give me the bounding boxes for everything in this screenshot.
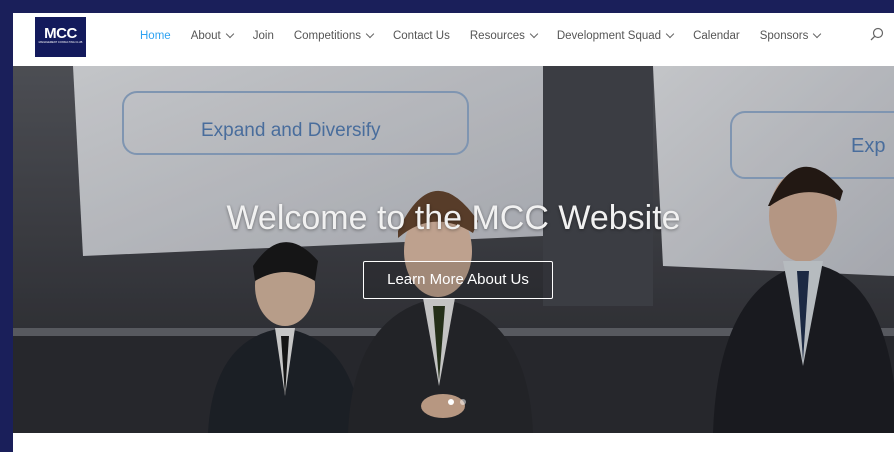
nav-item-development-squad[interactable]: Development Squad: [556, 29, 675, 42]
nav-label: Competitions: [293, 29, 361, 42]
nav-item-resources[interactable]: Resources: [469, 29, 539, 42]
nav-item-join[interactable]: Join: [253, 30, 274, 42]
hero-slider: Expand and Diversify Exp: [13, 66, 894, 433]
site-header: MCC MANAGEMENT CONSULTING CLUB Home Abou…: [13, 13, 894, 66]
logo-text: MCC: [44, 25, 77, 42]
slide-dot-active[interactable]: [448, 399, 454, 405]
main-nav: Home About Join Competitions Contact Us …: [140, 13, 840, 58]
chevron-down-icon: [813, 29, 822, 39]
site-logo[interactable]: MCC MANAGEMENT CONSULTING CLUB: [35, 17, 86, 57]
nav-label: Calendar: [693, 29, 740, 42]
slide-dot[interactable]: [460, 399, 466, 405]
nav-label: Development Squad: [556, 29, 662, 42]
nav-label: Sponsors: [759, 29, 809, 42]
nav-label: About: [190, 29, 221, 42]
logo-subtitle: MANAGEMENT CONSULTING CLUB: [38, 41, 83, 44]
nav-label: Join: [252, 29, 274, 42]
slider-pagination: [448, 399, 472, 405]
nav-item-competitions[interactable]: Competitions: [293, 29, 375, 42]
chevron-down-icon: [665, 29, 675, 39]
chevron-down-icon: [529, 29, 539, 39]
hero-background-photo: Expand and Diversify Exp: [13, 66, 894, 433]
nav-label: Home: [140, 29, 171, 42]
nav-item-contact-us[interactable]: Contact Us: [393, 30, 450, 42]
chevron-down-icon: [365, 29, 375, 39]
nav-item-about[interactable]: About: [190, 29, 234, 42]
hero-title: Welcome to the MCC Website: [226, 199, 681, 237]
learn-more-button[interactable]: Learn More About Us: [363, 261, 553, 299]
chevron-down-icon: [225, 29, 234, 39]
page-frame: MCC MANAGEMENT CONSULTING CLUB Home Abou…: [13, 13, 894, 452]
nav-label: Contact Us: [392, 29, 450, 42]
search-icon[interactable]: [870, 27, 884, 41]
nav-label: Resources: [469, 29, 525, 42]
nav-item-sponsors[interactable]: Sponsors: [759, 29, 822, 42]
nav-item-calendar[interactable]: Calendar: [693, 30, 740, 42]
nav-item-home[interactable]: Home: [140, 30, 171, 42]
